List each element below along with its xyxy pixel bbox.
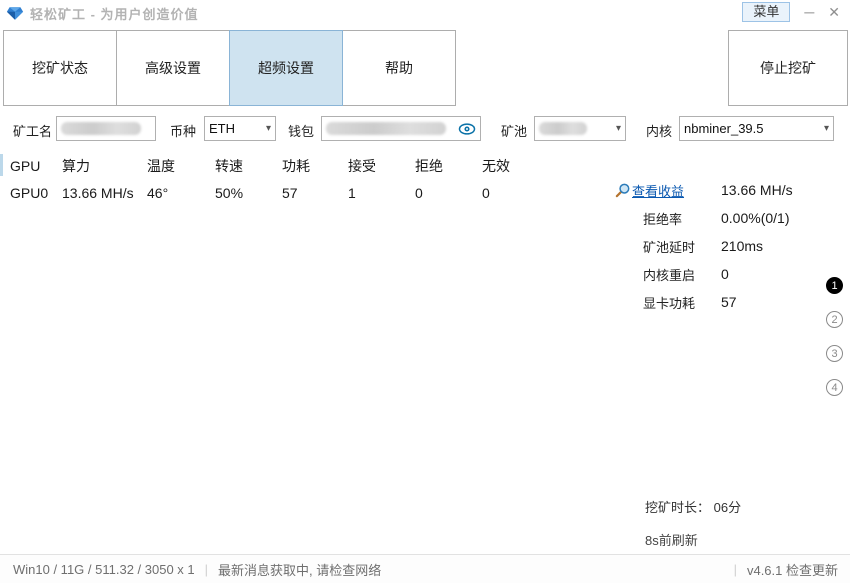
miner-name-label: 矿工名 [13,121,52,140]
page-dot-1[interactable]: 1 [826,277,843,294]
tab-mining-status[interactable]: 挖矿状态 [3,30,117,106]
mining-duration-value: 06分 [714,500,741,515]
pool-latency-label: 矿池延时 [643,237,721,256]
reject-rate-value: 0.00%(0/1) [721,210,789,226]
chevron-down-icon: ▾ [824,123,829,134]
version-update-link[interactable]: v4.6.1 检查更新 [747,560,838,579]
gpu-power-value: 57 [721,294,737,310]
minimize-icon[interactable]: ─ [804,3,814,21]
col-hashrate: 算力 [62,156,147,176]
col-temperature: 温度 [147,156,215,176]
cell-hashrate: 13.66 MH/s [62,185,147,201]
magnifier-icon [615,183,630,198]
page-dot-2[interactable]: 2 [826,311,843,328]
reject-rate-label: 拒绝率 [643,209,721,228]
mining-duration-label: 挖矿时长： [645,500,710,515]
pool-latency-value: 210ms [721,238,763,254]
coin-value: ETH [209,121,235,136]
stat-earnings: 查看收益 13.66 MH/s [615,176,815,204]
col-gpu: GPU [10,158,62,174]
eye-icon[interactable] [458,122,476,136]
refresh-status: 8s前刷新 [645,530,741,549]
stat-gpu-power: 显卡功耗 57 [615,288,815,316]
col-power: 功耗 [282,156,348,176]
kernel-value: nbminer_39.5 [684,121,764,136]
chevron-down-icon: ▾ [616,123,621,134]
coin-label: 币种 [170,121,196,140]
kernel-label: 内核 [646,121,672,140]
session-info: 挖矿时长： 06分 8s前刷新 [645,497,741,549]
col-invalid: 无效 [482,156,542,176]
tab-bar: 挖矿状态 高级设置 超频设置 帮助 [3,30,456,106]
col-rejected: 拒绝 [415,156,482,176]
cell-fan-speed: 50% [215,185,282,201]
status-bar: Win10 / 11G / 511.32 / 3050 x 1 | 最新消息获取… [0,554,850,583]
cell-gpu: GPU0 [10,185,62,201]
page-dot-4[interactable]: 4 [826,379,843,396]
window-title: 轻松矿工 - 为用户创造价值 [30,4,199,23]
table-row[interactable]: GPU0 13.66 MH/s 46° 50% 57 1 0 0 [0,179,560,206]
stats-panel: 查看收益 13.66 MH/s 拒绝率 0.00%(0/1) 矿池延时 210m… [615,176,815,316]
wallet-input[interactable] [321,116,481,141]
app-logo-icon [6,6,24,21]
cell-invalid: 0 [482,185,542,201]
pool-label: 矿池 [501,121,527,140]
stat-kernel-restarts: 内核重启 0 [615,260,815,288]
tab-overclock-settings[interactable]: 超频设置 [229,30,343,106]
menu-button[interactable]: 菜单 [742,2,790,22]
miner-name-input[interactable] [56,116,156,141]
kernel-select[interactable]: nbminer_39.5 ▾ [679,116,834,141]
cell-power: 57 [282,185,348,201]
close-icon[interactable]: ✕ [828,3,840,21]
masked-pool [539,122,587,135]
coin-select[interactable]: ETH ▾ [204,116,276,141]
gpu-table: GPU 算力 温度 转速 功耗 接受 拒绝 无效 GPU0 13.66 MH/s… [0,152,560,206]
tab-help[interactable]: 帮助 [342,30,456,106]
table-header-row: GPU 算力 温度 转速 功耗 接受 拒绝 无效 [0,152,560,179]
config-row: 矿工名 币种 ETH ▾ 钱包 矿池 ▾ 内核 nbminer_39.5 ▾ [0,116,850,142]
system-info: Win10 / 11G / 511.32 / 3050 x 1 [13,562,195,577]
titlebar: 轻松矿工 - 为用户创造价值 菜单 ─ ✕ [0,0,850,26]
stat-reject-rate: 拒绝率 0.00%(0/1) [615,204,815,232]
tab-advanced-settings[interactable]: 高级设置 [116,30,230,106]
divider: | [205,562,208,577]
kernel-restarts-value: 0 [721,266,729,282]
wallet-label: 钱包 [288,121,314,140]
gpu-power-label: 显卡功耗 [643,293,721,312]
stat-pool-latency: 矿池延时 210ms [615,232,815,260]
status-message: 最新消息获取中, 请检查网络 [218,560,381,579]
total-hashrate-value: 13.66 MH/s [721,182,793,198]
pool-select[interactable]: ▾ [534,116,626,141]
cell-rejected: 0 [415,185,482,201]
cell-accepted: 1 [348,185,415,201]
col-accepted: 接受 [348,156,415,176]
stop-mining-button[interactable]: 停止挖矿 [728,30,848,106]
cell-temperature: 46° [147,185,215,201]
page-dot-3[interactable]: 3 [826,345,843,362]
masked-wallet [326,122,446,135]
chevron-down-icon: ▾ [266,123,271,134]
kernel-restarts-label: 内核重启 [643,265,721,284]
page-indicator: 1 2 3 4 [826,277,843,396]
col-fan-speed: 转速 [215,156,282,176]
divider: | [734,562,737,577]
masked-miner-name [61,122,141,135]
view-earnings-link[interactable]: 查看收益 [632,181,684,200]
